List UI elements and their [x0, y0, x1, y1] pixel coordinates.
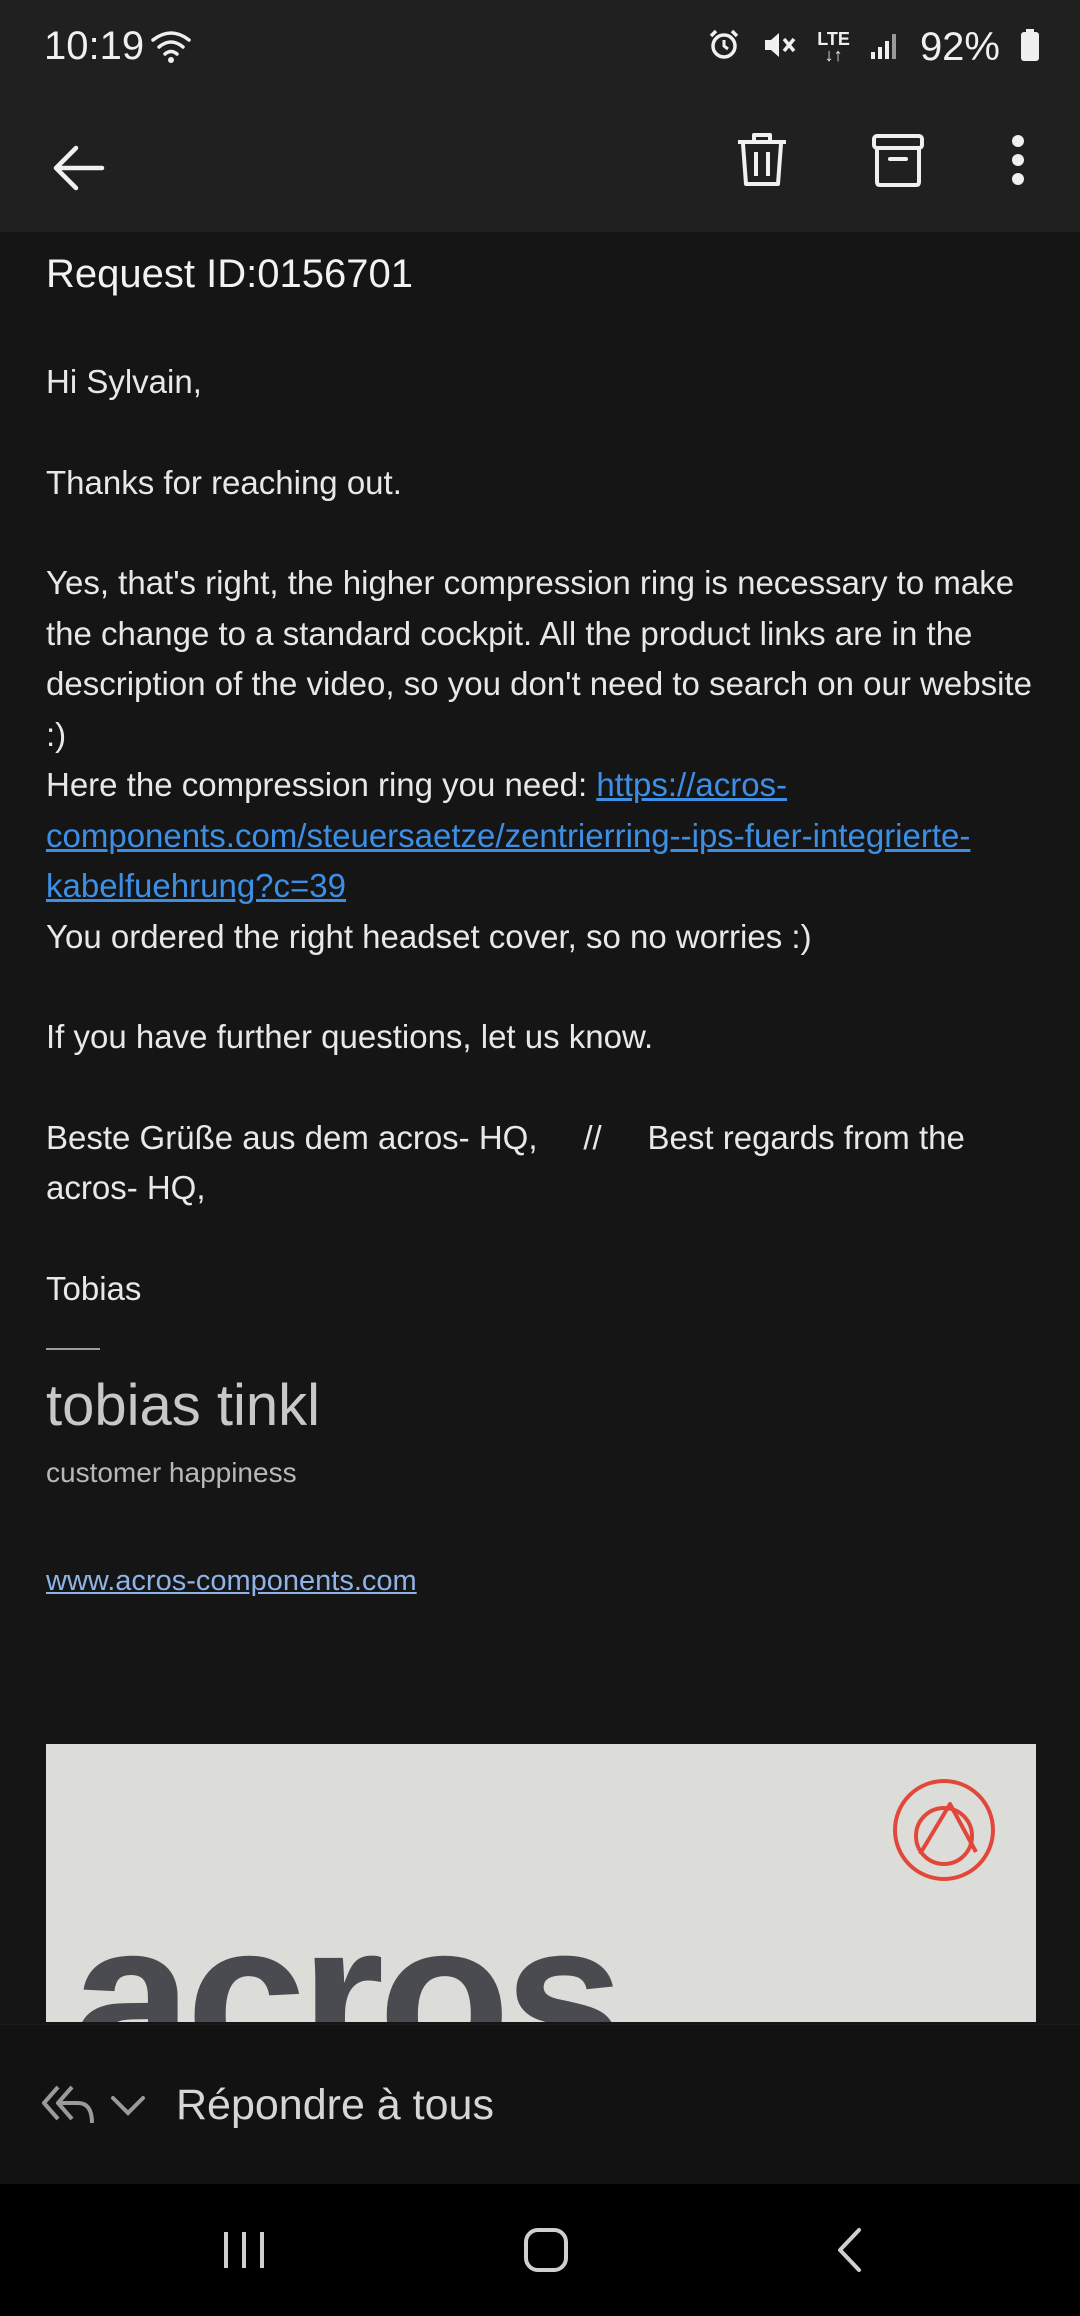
reply-all-icon [40, 2083, 96, 2132]
status-bar: 10:19 LTE ↓↑ 92% [0, 0, 1080, 92]
chevron-left-icon [834, 2226, 864, 2279]
signature-divider [46, 1348, 100, 1350]
main-paragraph: Yes, that's right, the higher compressio… [46, 564, 1032, 753]
signoff: Tobias [46, 1269, 142, 1307]
reply-bar: Répondre à tous [0, 2024, 1080, 2185]
email-body: Request ID:0156701 Hi Sylvain, Thanks fo… [46, 232, 1036, 2022]
thanks-line: Thanks for reaching out. [46, 463, 402, 501]
lte-icon: LTE ↓↑ [817, 29, 850, 65]
app-bar [0, 92, 1080, 232]
reply-all-button[interactable]: Répondre à tous [30, 2055, 650, 2155]
ring-paragraph: Here the compression ring you need: http… [46, 760, 1036, 912]
nav-back-button[interactable] [808, 2210, 888, 2290]
reply-all-label: Répondre à tous [176, 2081, 494, 2129]
greeting: Hi Sylvain, [46, 363, 202, 400]
recent-apps-button[interactable] [204, 2210, 284, 2290]
chevron-down-icon[interactable] [110, 2095, 146, 2122]
status-time: 10:19 [44, 24, 145, 68]
email-content: Hi Sylvain, Thanks for reaching out. Yes… [46, 357, 1036, 1314]
email-subject: Request ID:0156701 [46, 252, 413, 296]
signature-name: tobias tinkl [46, 1373, 321, 1438]
arrow-left-icon [50, 144, 106, 197]
acros-logo-icon [892, 1778, 996, 1887]
questions-line: If you have further questions, let us kn… [46, 1018, 654, 1055]
banner-wordmark: acros [72, 1876, 624, 2022]
website-link[interactable]: www.acros-components.com [46, 1565, 417, 1598]
archive-button[interactable] [850, 114, 946, 210]
alarm-icon [707, 28, 741, 67]
back-button[interactable] [30, 122, 126, 218]
home-icon [523, 2227, 569, 2278]
recent-apps-icon [222, 2228, 266, 2277]
network-type-label: LTE [817, 29, 850, 49]
regards-line: Beste Grüße aus dem acros- HQ, // Best r… [46, 1118, 974, 1207]
signal-icon [870, 30, 900, 65]
delete-button[interactable] [714, 114, 810, 210]
ring-intro: Here the compression ring you need: [46, 766, 597, 803]
more-vertical-icon [1010, 134, 1026, 191]
battery-icon [1020, 28, 1040, 67]
wifi-icon [150, 28, 192, 69]
more-options-button[interactable] [970, 114, 1066, 210]
acros-banner-image: acros [46, 1744, 1036, 2022]
system-nav-bar [0, 2184, 1080, 2316]
trash-icon [734, 130, 790, 195]
cover-line: You ordered the right headset cover, so … [46, 917, 812, 955]
mute-icon [761, 28, 797, 67]
archive-icon [871, 132, 925, 193]
home-button[interactable] [506, 2210, 586, 2290]
battery-percent: 92% [919, 24, 1000, 69]
signature-role: customer happiness [46, 1457, 297, 1488]
